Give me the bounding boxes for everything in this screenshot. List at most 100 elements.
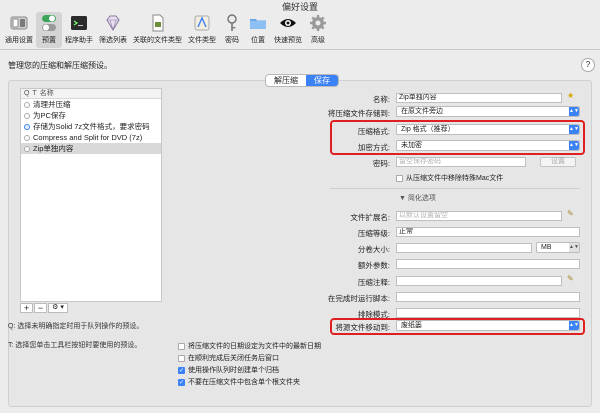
save-location-label: 将压缩文件存储到: [327,109,390,118]
tab-extract[interactable]: 解压缩 [266,75,306,86]
level-select[interactable]: 正常 [396,227,580,237]
toolbar-helper[interactable]: 程序助手 [62,12,96,48]
set-password-button[interactable]: 设置 [540,157,576,167]
list-controls: + − ⚙ ▾ [20,303,69,313]
column-q[interactable]: Q [21,89,29,98]
encryption-select[interactable]: 未加密 ▲▼ [396,140,580,151]
checkbox-label: 不要在压缩文件中包含单个根文件夹 [188,379,300,386]
comment-field[interactable] [396,276,562,286]
terminal-icon [69,13,89,33]
exclude-mac-files-checkbox[interactable]: 从压缩文件中移除特殊Mac文件 [396,173,503,183]
simplify-disclosure[interactable]: ▼ 简化选项 [399,193,436,203]
column-name[interactable]: 名称 [37,89,54,98]
chevron-updown-icon: ▲▼ [569,141,579,150]
list-item[interactable]: 清理并压缩 [21,99,161,110]
chevron-updown-icon: ▲▼ [569,243,579,252]
help-button[interactable]: ? [581,58,595,72]
checkbox-box[interactable]: ✓ [178,366,185,374]
preset-list[interactable]: Q T 名称 清理并压缩 为PC保存 存储为Solid 7z文件格式，要求密码 … [20,88,162,302]
set-date-checkbox[interactable]: 将压缩文件的日期设定为文件中的最新日期 [178,341,321,351]
pencil-icon[interactable]: ✎ [567,209,574,218]
preset-actions-button[interactable]: ⚙ ▾ [48,303,68,313]
star-icon[interactable]: ★ [567,91,574,100]
column-t[interactable]: T [29,89,36,98]
checkbox-box[interactable]: ✓ [178,378,185,386]
toolbar-filetypes[interactable]: 文件类型 [185,12,219,48]
toolbar-label: 位置 [251,37,265,44]
checkbox-box[interactable] [178,354,185,362]
toolbar-note: T: 选择您单击工具栏按钮时要使用的预设。 [8,342,142,349]
extra-args-label: 额外参数: [357,261,390,270]
checkbox-label: 使用操作队列时创建单个归档 [188,367,279,374]
toolbar-general[interactable]: 通用设置 [2,12,36,48]
folder-icon [248,13,268,33]
encryption-label: 加密方式: [357,143,390,152]
split-unit-select[interactable]: MB ▲▼ [536,242,580,253]
toolbar-password[interactable]: 密码 [219,12,245,48]
script-field[interactable] [396,292,580,302]
format-value: Zip 格式（推荐） [401,126,455,133]
list-item[interactable]: Compress and Split for DVD (7z) [21,132,161,143]
default-radio[interactable] [24,134,30,141]
toolbar-filter[interactable]: 筛选列表 [96,12,130,48]
extra-args-field[interactable] [396,259,580,269]
toolbar-label: 高级 [311,37,325,44]
list-item[interactable]: 存储为Solid 7z文件格式，要求密码 [21,121,161,132]
save-location-select[interactable]: 在原文件旁边 ▲▼ [396,106,580,117]
single-archive-checkbox[interactable]: ✓ 使用操作队列时创建单个归档 [178,365,279,375]
default-radio[interactable] [24,145,30,152]
password-label: 密码: [372,159,390,168]
preferences-window: 偏好设置 通用设置 预置 程序助手 筛选列表 关联的文件类型 文件类型 密码 位… [0,0,600,413]
simplify-label: 简化选项 [407,195,436,202]
list-item[interactable]: Zip单独内容 [21,143,161,154]
extension-field[interactable]: 以默认设置留空 [396,211,562,221]
checkbox-box[interactable] [178,342,185,350]
preset-name: 为PC保存 [33,111,66,120]
checkbox-label: 在顺利完成后关闭任务后窗口 [188,355,279,362]
exclude-pattern-field[interactable] [396,308,580,318]
toolbar-presets[interactable]: 预置 [36,12,62,48]
name-field[interactable]: Zip单独内容 [396,93,562,103]
list-item[interactable]: 为PC保存 [21,110,161,121]
key-icon [222,13,242,33]
comment-label: 压缩注释: [357,278,390,287]
divider [330,188,580,189]
toolbar: 通用设置 预置 程序助手 筛选列表 关联的文件类型 文件类型 密码 位置 快速预… [0,12,600,50]
checkbox-label: 将压缩文件的日期设定为文件中的最新日期 [188,343,321,350]
gear-icon [308,13,328,33]
format-label: 压缩格式: [357,127,390,136]
disclosure-triangle-icon: ▼ [399,195,408,202]
gem-icon [103,13,123,33]
no-root-folder-checkbox[interactable]: ✓ 不要在压缩文件中包含单个根文件夹 [178,377,300,387]
preset-name: Compress and Split for DVD (7z) [33,133,143,142]
pencil-icon[interactable]: ✎ [567,274,574,283]
default-radio[interactable] [24,101,30,108]
toolbar-label: 快速预览 [274,37,302,44]
toolbar-quicklook[interactable]: 快速预览 [271,12,305,48]
script-label: 在完成时运行脚本: [327,294,390,303]
chevron-updown-icon: ▲▼ [569,107,579,116]
toolbar-advanced[interactable]: 高级 [305,12,331,48]
default-radio[interactable] [24,112,30,119]
format-select[interactable]: Zip 格式（推荐） ▲▼ [396,124,580,135]
toolbar-label: 预置 [42,37,56,44]
mode-tabs: 解压缩 保存 [265,74,339,87]
move-source-select[interactable]: 废纸篓 ▲▼ [396,320,580,331]
toolbar-location[interactable]: 位置 [245,12,271,48]
name-label: 名称: [372,95,390,104]
checkbox-box[interactable] [396,174,403,182]
toolbar-associations[interactable]: 关联的文件类型 [130,12,185,48]
presets-toggle-icon [39,13,59,33]
password-field[interactable]: 留空保存密码 [396,157,526,167]
tab-save[interactable]: 保存 [306,75,338,86]
default-radio[interactable] [24,123,30,130]
document-icon [148,13,168,33]
chevron-updown-icon: ▲▼ [569,125,579,134]
remove-preset-button[interactable]: − [34,303,47,313]
save-location-value: 在原文件旁边 [401,108,443,115]
extension-label: 文件扩展名: [350,213,390,222]
split-size-label: 分卷大小: [357,245,390,254]
split-size-field[interactable] [396,243,532,253]
add-preset-button[interactable]: + [20,303,33,313]
close-window-checkbox[interactable]: 在顺利完成后关闭任务后窗口 [178,353,279,363]
